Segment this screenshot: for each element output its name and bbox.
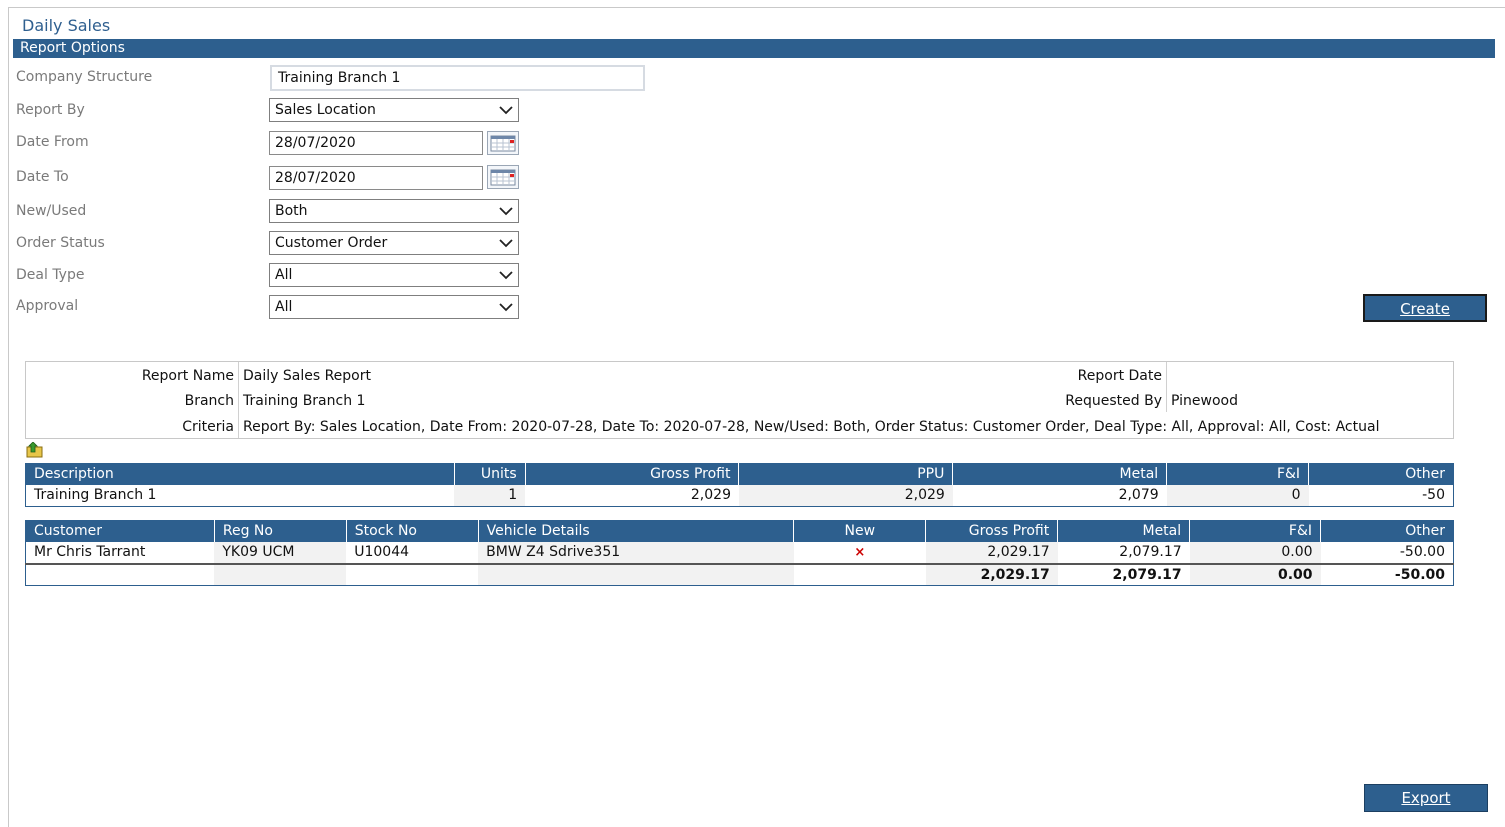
col-fi[interactable]: F&I [1166,463,1310,485]
chevron-down-icon [499,239,513,248]
company-structure-label: Company Structure [16,69,153,85]
cell [346,562,479,586]
requested-by-value: Pinewood [1171,393,1238,409]
cell: 2,029.17 [925,541,1058,564]
cross-icon: × [854,545,866,560]
cell [478,562,794,586]
col-gross-profit[interactable]: Gross Profit [925,520,1059,542]
total-fi: 0.00 [1189,562,1321,586]
col-stock-no[interactable]: Stock No [346,520,479,542]
report-name-value: Daily Sales Report [243,368,371,384]
totals-row: 2,029.17 2,079.17 0.00 -50.00 [25,562,1454,586]
cell: -50.00 [1399,544,1445,560]
report-by-value: Sales Location [275,102,376,118]
report-info-panel: Report Name Daily Sales Report Report Da… [25,361,1454,439]
branch-label: Branch [184,393,234,409]
order-status-select[interactable]: Customer Order [269,231,519,255]
calendar-icon [490,169,516,186]
company-structure-field[interactable]: Training Branch 1 [270,65,645,91]
detail-table: Customer Reg No Stock No Vehicle Details… [25,520,1454,586]
date-to-input[interactable]: 28/07/2020 [269,166,483,190]
requested-by-label: Requested By [1065,393,1162,409]
calendar-icon [490,135,516,152]
date-from-calendar-button[interactable] [487,131,519,155]
chevron-down-icon [499,106,513,115]
date-to-label: Date To [16,169,69,185]
cell: Mr Chris Tarrant [34,544,146,560]
report-name-label: Report Name [141,368,234,384]
criteria-label: Criteria [182,419,234,435]
col-ppu[interactable]: PPU [738,463,954,485]
report-by-select[interactable]: Sales Location [269,98,519,122]
new-flag-cell: × [794,542,926,564]
export-button[interactable]: Export [1364,784,1488,812]
cell: 2,029 [738,484,953,507]
create-button[interactable]: Create [1363,294,1487,322]
report-date-label: Report Date [1077,368,1162,384]
new-used-value: Both [275,203,308,219]
create-button-label: Create [1400,300,1450,318]
cell [214,562,347,586]
cell: 2,079 [1118,487,1159,504]
chevron-down-icon [499,271,513,280]
order-status-value: Customer Order [275,235,388,251]
col-metal[interactable]: Metal [1057,520,1191,542]
cell: BMW Z4 Sdrive351 [478,541,794,564]
col-customer[interactable]: Customer [25,520,215,542]
new-used-label: New/Used [16,203,87,219]
order-status-label: Order Status [16,235,105,251]
col-vehicle-details[interactable]: Vehicle Details [478,520,795,542]
date-to-calendar-button[interactable] [487,165,519,189]
cell: 1 [454,484,526,507]
cell: -50 [1422,487,1445,504]
cell: 0.00 [1189,541,1321,564]
col-other[interactable]: Other [1320,520,1454,542]
cell [25,562,215,586]
export-button-label: Export [1401,789,1451,807]
total-gross-profit: 2,029.17 [925,562,1058,586]
report-by-label: Report By [16,102,85,118]
col-reg-no[interactable]: Reg No [214,520,347,542]
deal-type-label: Deal Type [16,267,85,283]
criteria-value: Report By: Sales Location, Date From: 20… [243,419,1380,435]
divider [1166,362,1167,412]
approval-value: All [275,299,293,315]
col-fi[interactable]: F&I [1189,520,1322,542]
table-row[interactable]: Mr Chris Tarrant YK09 UCM U10044 BMW Z4 … [26,541,1454,564]
summary-header-row: Description Units Gross Profit PPU Metal… [25,463,1454,485]
approval-select[interactable]: All [269,295,519,319]
cell: 2,079.17 [1119,544,1182,560]
summary-table: Description Units Gross Profit PPU Metal… [25,463,1454,507]
cell: 0 [1166,484,1309,507]
cell: U10044 [354,544,410,560]
page-title: Daily Sales [22,16,111,35]
col-gross-profit[interactable]: Gross Profit [525,463,740,485]
branch-value: Training Branch 1 [243,393,366,409]
col-metal[interactable]: Metal [952,463,1168,485]
detail-header-row: Customer Reg No Stock No Vehicle Details… [25,520,1454,542]
chevron-down-icon [499,303,513,312]
table-row[interactable]: Training Branch 1 1 2,029 2,029 2,079 0 … [26,484,1454,507]
col-other[interactable]: Other [1308,463,1454,485]
cell [793,562,926,586]
total-other: -50.00 [1320,562,1454,586]
approval-label: Approval [16,298,79,314]
chevron-down-icon [499,207,513,216]
col-new[interactable]: New [793,520,927,542]
date-from-input[interactable]: 28/07/2020 [269,131,483,155]
divider [238,362,239,438]
cell: Training Branch 1 [34,487,157,504]
new-used-select[interactable]: Both [269,199,519,223]
date-from-label: Date From [16,134,89,150]
total-metal: 2,079.17 [1057,562,1190,586]
deal-type-select[interactable]: All [269,263,519,287]
cell: YK09 UCM [214,541,347,564]
section-title: Report Options [20,40,125,56]
col-units[interactable]: Units [454,463,526,485]
cell: 2,029 [690,487,731,504]
export-icon[interactable] [26,442,44,458]
deal-type-value: All [275,267,293,283]
col-description[interactable]: Description [25,463,455,485]
report-options-bar: Report Options [13,39,1495,58]
